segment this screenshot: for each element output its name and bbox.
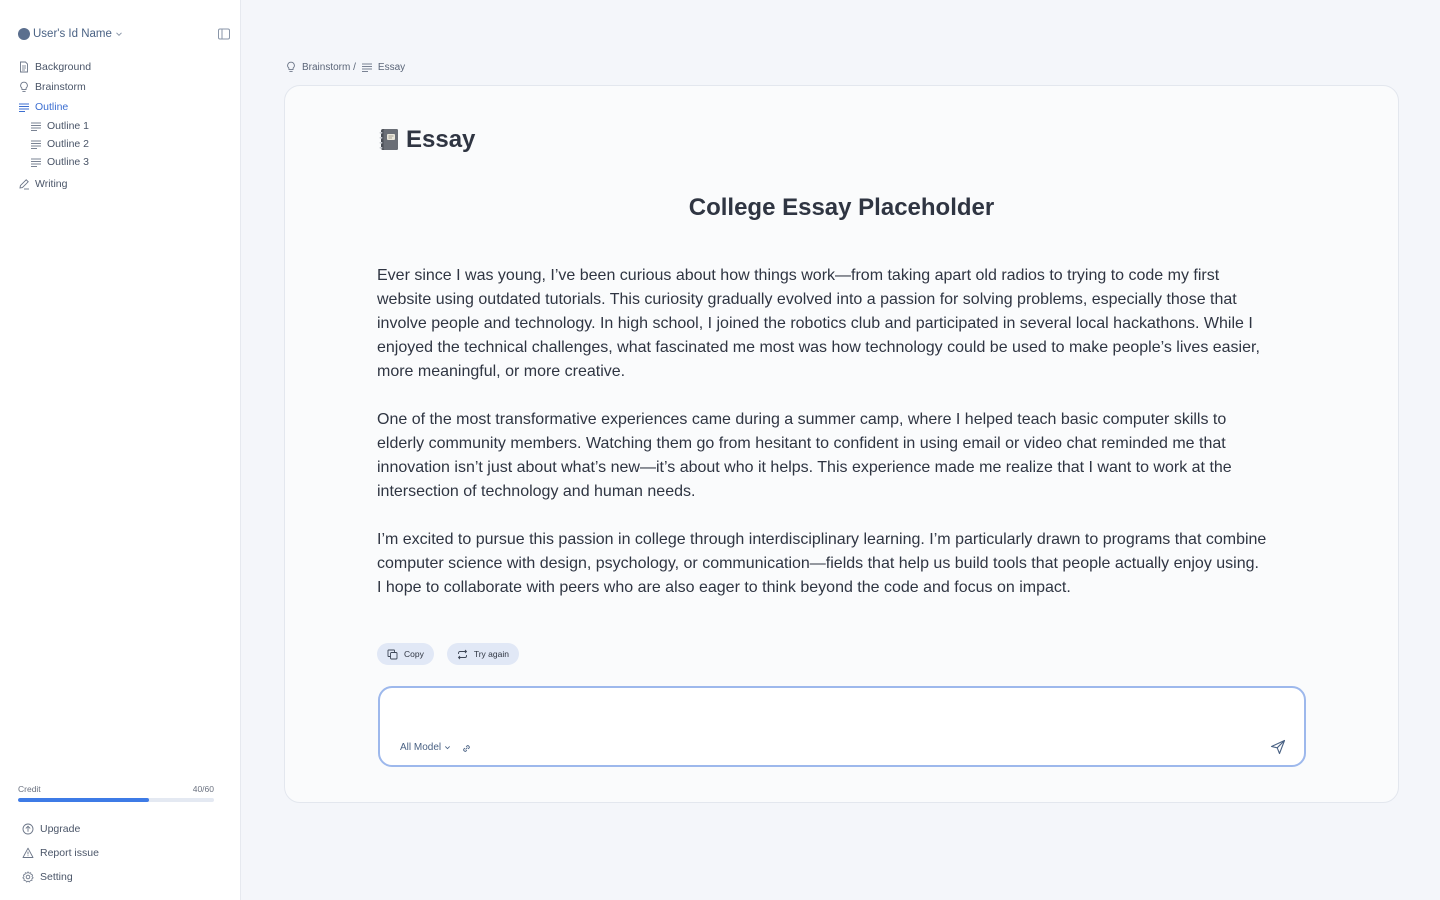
credit-label: Credit [18,784,41,794]
copy-label: Copy [404,649,424,659]
user-menu[interactable]: User's Id Name [18,26,123,42]
breadcrumb: Brainstorm / Essay [285,60,405,74]
sidebar-item-writing[interactable]: Writing [18,174,228,194]
document-card: Essay College Essay Placeholder Ever sin… [284,85,1399,803]
essay-body: Ever since I was young, I’ve been curiou… [377,264,1267,618]
upgrade-label: Upgrade [40,823,81,835]
copy-icon [387,649,398,659]
sidebar-item-label: Outline [35,101,69,113]
sidebar-item-label: Outline 1 [47,120,90,132]
sidebar-item-label: Outline 3 [47,156,90,168]
sidebar-item-outline[interactable]: Outline [18,97,228,117]
notebook-icon [379,129,398,150]
repeat-icon [457,649,467,659]
sidebar-item-label: Brainstorm [35,81,86,93]
outline-sublist: Outline 1 Outline 2 Outline 3 [18,117,228,171]
page-title: Essay [378,126,475,154]
document-icon [20,61,28,73]
sidebar-item-label: Writing [35,178,68,190]
sidebar-item-background[interactable]: Background [18,57,228,77]
essay-heading: College Essay Placeholder [688,194,995,221]
sidebar: User's Id Name Background Brainstorm Out… [0,0,241,900]
pencil-icon [19,179,29,190]
settings-label: Setting [40,871,73,883]
sidebar-bottom-nav: Upgrade Report issue Setting [22,817,99,889]
avatar [18,28,30,40]
credit-value: 40/60 [192,784,214,794]
essay-paragraph: One of the most transformative experienc… [377,411,1232,500]
model-select-label: All Model [400,742,442,753]
report-issue-label: Report issue [40,847,99,859]
lightbulb-icon [287,61,295,72]
sidebar-item-label: Background [35,61,92,73]
chat-composer: All Model [378,686,1306,767]
response-actions: Copy Try again [377,643,519,665]
message-input[interactable] [398,698,1278,734]
sidebar-toggle-icon[interactable] [217,27,231,41]
text-lines-icon [361,63,372,72]
upgrade-button[interactable]: Upgrade [22,817,99,841]
chevron-down-icon [445,746,451,750]
essay-paragraph: Ever since I was young, I’ve been curiou… [377,267,1260,380]
gear-icon [22,871,34,883]
text-lines-icon [19,103,29,112]
text-lines-icon [31,122,41,131]
sidebar-item-outline-2[interactable]: Outline 2 [30,135,228,153]
try-again-label: Try again [473,649,509,659]
send-icon[interactable] [1270,739,1286,755]
sidebar-item-outline-3[interactable]: Outline 3 [30,153,228,171]
link-icon[interactable] [461,743,472,754]
chevron-down-icon [116,32,122,37]
breadcrumb-parent[interactable]: Brainstorm / [302,62,356,73]
report-issue-button[interactable]: Report issue [22,841,99,865]
sidebar-item-outline-1[interactable]: Outline 1 [30,117,228,135]
sidebar-item-label: Outline 2 [47,138,90,150]
credit-progress-track [18,798,214,802]
user-name: User's Id Name [33,28,112,40]
copy-button[interactable]: Copy [377,643,434,665]
sidebar-item-brainstorm[interactable]: Brainstorm [18,77,228,97]
try-again-button[interactable]: Try again [446,643,519,665]
model-select[interactable]: All Model [400,742,451,753]
warning-icon [22,847,34,858]
text-lines-icon [31,140,41,149]
lightbulb-icon [20,81,28,92]
breadcrumb-current: Essay [377,61,406,73]
credit-meter: Credit 40/60 [18,784,214,802]
essay-paragraph: I’m excited to pursue this passion in co… [377,531,1267,596]
page-title-text: Essay [406,126,476,153]
settings-button[interactable]: Setting [22,865,99,889]
sidebar-nav: Background Brainstorm Outline Outline 1 … [18,57,228,194]
arrow-up-circle-icon [22,823,34,835]
credit-progress-fill [18,798,150,802]
text-lines-icon [31,158,41,167]
